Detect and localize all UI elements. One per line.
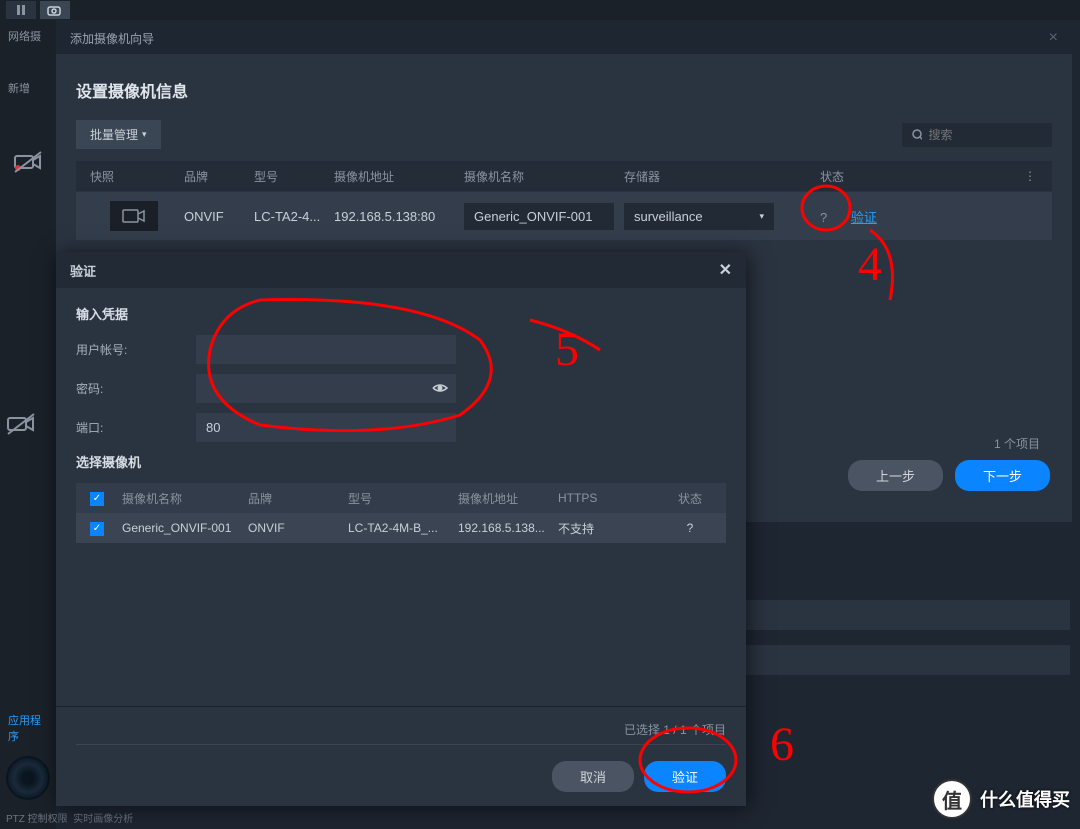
- cancel-button[interactable]: 取消: [552, 761, 634, 792]
- svg-text:6: 6: [770, 718, 794, 771]
- pause-icon[interactable]: [6, 1, 36, 19]
- wizard-header: 添加摄像机向导 ×: [56, 22, 1072, 54]
- eye-icon[interactable]: [432, 380, 448, 399]
- next-button[interactable]: 下一步: [955, 460, 1050, 491]
- verify-table-header: ✓ 摄像机名称 品牌 型号 摄像机地址 HTTPS 状态: [76, 483, 726, 513]
- wizard-header-title: 添加摄像机向导: [70, 30, 154, 47]
- close-icon[interactable]: ×: [1049, 29, 1058, 47]
- camera-table-row[interactable]: ONVIF LC-TA2-4... 192.168.5.138:80 surve…: [76, 192, 1052, 240]
- vrow-model: LC-TA2-4M-B_...: [348, 521, 458, 535]
- top-toolbar: [0, 0, 1080, 20]
- select-all-checkbox[interactable]: ✓: [90, 492, 104, 506]
- chevron-down-icon: ▾: [142, 129, 147, 140]
- password-label: 密码:: [76, 380, 196, 397]
- watermark-text: 什么值得买: [980, 786, 1070, 812]
- lens-icon: [6, 756, 50, 800]
- row-checkbox[interactable]: ✓: [90, 522, 104, 536]
- network-camera-label: 网络摄: [0, 20, 56, 52]
- verify-button[interactable]: 验证: [644, 761, 726, 792]
- brand-cell: ONVIF: [184, 209, 254, 224]
- vrow-name: Generic_ONVIF-001: [118, 521, 248, 535]
- app-link[interactable]: 应用程序: [0, 706, 56, 750]
- search-box[interactable]: [902, 123, 1052, 147]
- camera-name-input[interactable]: [464, 203, 614, 230]
- vrow-brand: ONVIF: [248, 521, 348, 535]
- camera-table-header: 快照 品牌 型号 摄像机地址 摄像机名称 存储器 状态 ⋮: [76, 161, 1052, 191]
- left-sidebar: 网络摄 新增 应用程序 PTZ 控制权限 实时画像分析: [0, 20, 56, 829]
- batch-manage-button[interactable]: 批量管理▾: [76, 120, 161, 149]
- storage-select[interactable]: surveillance▾: [624, 203, 774, 230]
- camera-off-icon-2: [6, 412, 36, 439]
- selected-count: 已选择 1 / 1 个项目: [76, 721, 726, 745]
- search-icon: [912, 129, 922, 141]
- port-input[interactable]: [196, 413, 456, 442]
- previous-button[interactable]: 上一步: [848, 460, 943, 491]
- ptz-label: PTZ 控制权限 实时画像分析: [0, 806, 56, 829]
- watermark-badge-icon: 值: [932, 779, 972, 819]
- credentials-section-title: 输入凭据: [76, 304, 726, 323]
- address-cell: 192.168.5.138:80: [334, 209, 464, 224]
- add-label[interactable]: 新增: [0, 72, 56, 104]
- password-input[interactable]: [196, 374, 456, 403]
- verify-title: 验证: [70, 261, 96, 280]
- chevron-down-icon: ▾: [759, 211, 764, 222]
- vrow-addr: 192.168.5.138...: [458, 521, 558, 535]
- watermark: 值 什么值得买: [932, 779, 1070, 819]
- vrow-https: 不支持: [558, 520, 654, 537]
- verify-table-row[interactable]: ✓ Generic_ONVIF-001 ONVIF LC-TA2-4M-B_..…: [76, 513, 726, 543]
- column-menu-icon[interactable]: ⋮: [1024, 169, 1044, 183]
- item-count: 1 个项目: [994, 435, 1040, 452]
- username-label: 用户帐号:: [76, 341, 196, 358]
- camera-icon: [122, 208, 146, 224]
- username-input[interactable]: [196, 335, 456, 364]
- select-camera-section-title: 选择摄像机: [76, 452, 726, 471]
- wizard-footer: 上一步 下一步: [848, 460, 1050, 491]
- wizard-title: 设置摄像机信息: [56, 54, 1072, 120]
- verify-header: 验证 ✕: [56, 252, 746, 288]
- vrow-status: ?: [654, 521, 726, 535]
- port-label: 端口:: [76, 419, 196, 436]
- search-input[interactable]: [928, 128, 1042, 142]
- camera-off-icon: [0, 144, 56, 180]
- verify-modal: 验证 ✕ 输入凭据 用户帐号: 密码: 端口: 选择摄像机 ✓ 摄像机名称 品牌: [56, 252, 746, 806]
- camera-tab-icon[interactable]: [40, 1, 70, 19]
- snapshot-thumbnail: [110, 201, 158, 231]
- status-unknown-icon: ?: [820, 210, 827, 225]
- verify-link[interactable]: 验证: [851, 210, 877, 225]
- close-icon[interactable]: ✕: [719, 260, 732, 280]
- model-cell: LC-TA2-4...: [254, 209, 334, 224]
